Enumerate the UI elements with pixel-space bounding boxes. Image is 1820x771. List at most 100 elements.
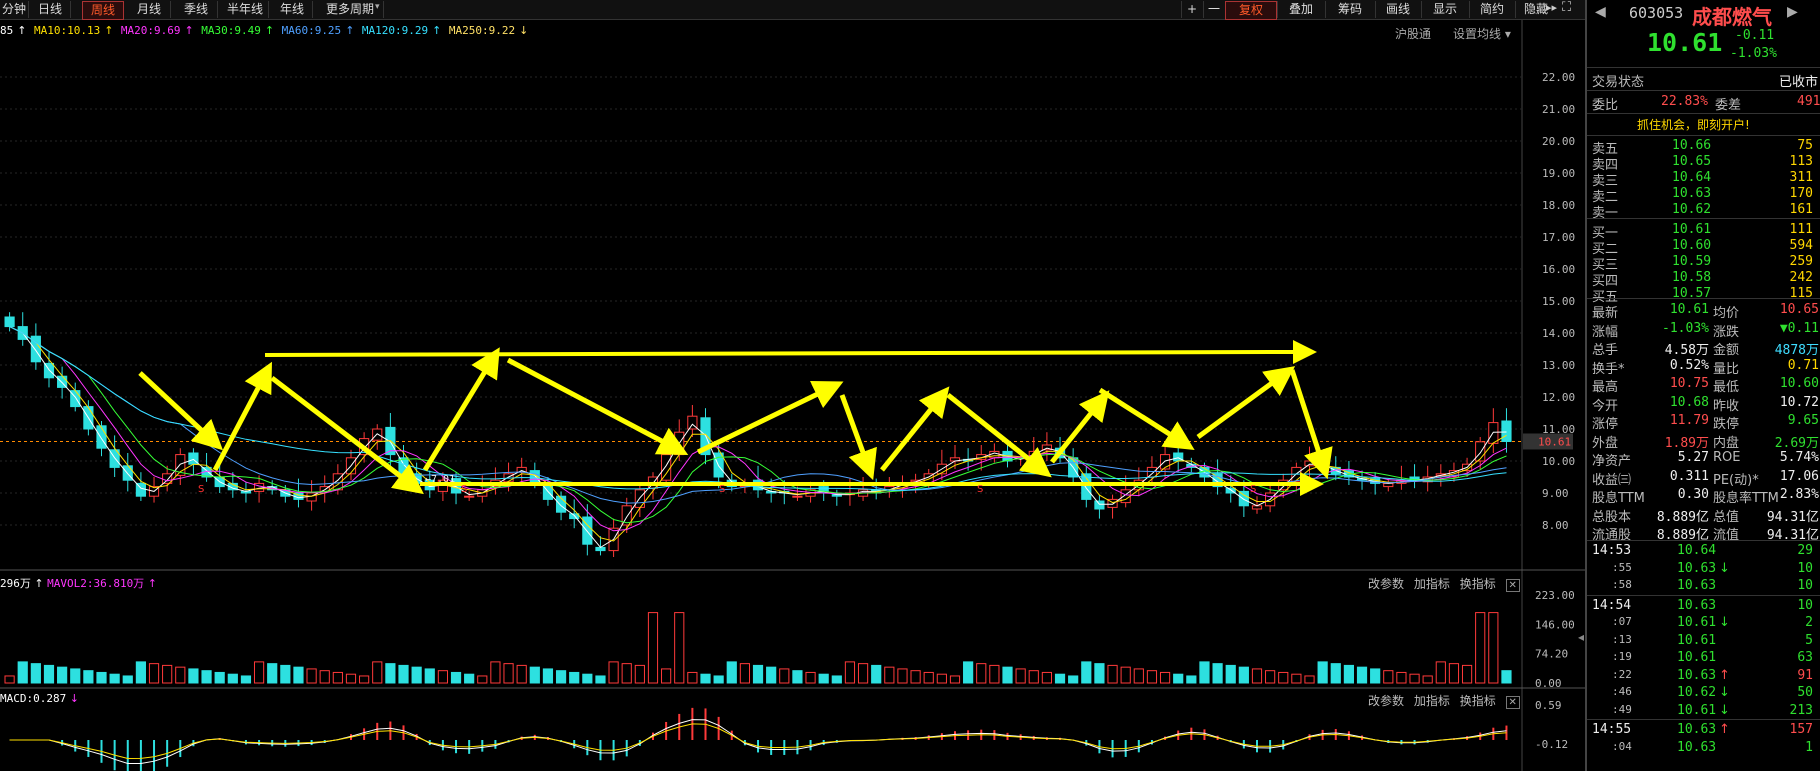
tab-minute[interactable]: 分钟 [0, 1, 29, 18]
tab-more-periods[interactable]: 更多周期 [317, 1, 384, 18]
swap-indicator-button[interactable]: 换指标 [1460, 577, 1496, 591]
chips-button[interactable]: 筹码 [1325, 1, 1374, 18]
zoom-in-button[interactable]: + [1181, 1, 1202, 18]
tick-time: :07 [1612, 615, 1632, 628]
tick-volume: 91 [1797, 667, 1813, 683]
tick-time: :19 [1612, 650, 1632, 663]
arrow-up-icon: ↑ [432, 24, 442, 37]
volume-bar [1199, 661, 1210, 684]
level-volume: 161 [1789, 202, 1813, 217]
collapse-handle[interactable]: ◂ [1578, 630, 1584, 644]
volume-bar [608, 661, 619, 684]
ma-legend-item: MA20:9.69 [120, 24, 181, 37]
tab-yearly[interactable]: 年线 [272, 1, 313, 18]
prev-stock-icon[interactable]: ◀ [1595, 4, 1606, 20]
chevron-down-icon: ▾ [375, 2, 380, 12]
add-indicator-button[interactable]: 加指标 [1414, 694, 1450, 708]
volume-bar [779, 668, 790, 684]
bid-row: 买二 10.60 594 [1587, 238, 1820, 257]
volume-bar [437, 670, 448, 684]
volume-bar [1225, 664, 1236, 684]
volume-bar [647, 612, 659, 684]
volume-bar [70, 668, 81, 684]
trend-arrow [839, 394, 877, 481]
stat-value: 4878万 [1774, 343, 1819, 358]
swap-indicator-button[interactable]: 换指标 [1460, 694, 1496, 708]
level-price: 10.61 [1672, 222, 1712, 237]
zoom-out-button[interactable]: 一 [1203, 1, 1224, 18]
stat-row: 流通股 8.889亿 流值 94.31亿 [1587, 524, 1820, 543]
macd-tick-label: -0.12 [1535, 738, 1568, 751]
simple-button[interactable]: 简约 [1469, 1, 1514, 18]
change-params-button[interactable]: 改参数 [1368, 694, 1404, 708]
stat-label: ROE [1713, 450, 1741, 465]
sell-marker: S [461, 484, 467, 495]
ask-row: 卖一 10.62 161 [1587, 202, 1820, 221]
volume-bar [1173, 673, 1184, 684]
close-icon[interactable]: ✕ [1505, 696, 1520, 709]
tab-monthly[interactable]: 月线 [128, 1, 171, 18]
overlay-button[interactable]: 叠加 [1277, 1, 1324, 18]
ma-legend-item: MA120:9.29 [361, 24, 429, 37]
adjust-button[interactable]: 复权 [1225, 1, 1277, 20]
next-stock-icon[interactable]: ▶ [1787, 4, 1798, 20]
volume-bar [1304, 675, 1315, 684]
volume-tick-label: 146.00 [1535, 618, 1575, 631]
status-value: 已收市 [1779, 75, 1819, 90]
tab-halfyear[interactable]: 半年线 [222, 1, 269, 18]
volume-bar [910, 670, 921, 684]
volume-bar [148, 663, 160, 684]
fullscreen-icon[interactable]: ⛶ [1562, 0, 1571, 15]
tick-time: :58 [1612, 578, 1632, 591]
display-button[interactable]: 显示 [1421, 1, 1468, 18]
volume-bar [214, 671, 225, 684]
tick-row: :22 10.63 ↑ 91 [1587, 668, 1820, 685]
stat-label: 外盘 [1592, 435, 1619, 451]
volume-bar [1015, 668, 1026, 684]
tab-weekly[interactable]: 周线 [82, 1, 124, 20]
kline-chart[interactable]: 22.00 21.00 20.00 19.00 18.00 17.00 16.00 15.00… [0, 0, 1585, 771]
ma-settings-label: 设置均线 [1453, 27, 1502, 41]
open-account-link[interactable]: 抓住机会，即刻开户! [1637, 116, 1750, 133]
tick-volume: 1 [1805, 739, 1813, 755]
tick-volume: 5 [1805, 632, 1813, 648]
ask-row: 卖三 10.64 311 [1587, 170, 1820, 189]
tick-row: :46 10.62 ↓ 50 [1587, 685, 1820, 702]
volume-bar [43, 664, 55, 684]
volume-bar [1435, 661, 1446, 684]
volume-bar [595, 675, 606, 684]
tick-price: 10.62 [1677, 685, 1717, 700]
volume-bar [332, 671, 343, 684]
ma-settings-link[interactable]: 设置均线 ▾ [1453, 25, 1511, 42]
stat-value: 10.65 [1779, 302, 1819, 317]
low-price-annotation: ←7.01 [425, 474, 455, 485]
arrow-up-icon: ↑ [264, 24, 275, 37]
volume-bar [1396, 671, 1407, 684]
change-params-button[interactable]: 改参数 [1368, 577, 1404, 591]
close-icon[interactable]: ✕ [1505, 579, 1520, 592]
candle-body [464, 495, 475, 498]
stat-label: 内盘 [1713, 435, 1740, 451]
tick-row: :04 10.63 1 [1587, 740, 1820, 757]
stat-row: 涨幅 -1.03% 涨跌 ▼0.11 [1587, 320, 1820, 340]
stat-row: 外盘 1.89万 内盘 2.69万 [1587, 432, 1820, 451]
stat-value: 1.89万 [1664, 435, 1709, 451]
tab-daily[interactable]: 日线 [30, 1, 71, 18]
tick-price: 10.61 [1677, 650, 1717, 665]
ma-legend-item: MA60:9.25 [281, 24, 342, 37]
volume-bar [293, 666, 304, 684]
macd-tick-label: 0.59 [1535, 699, 1562, 712]
volume-bar [1107, 664, 1118, 684]
hgt-link[interactable]: 沪股通 [1395, 25, 1431, 42]
draw-line-button[interactable]: 画线 [1375, 1, 1420, 18]
stat-value: 10.60 [1779, 376, 1819, 391]
volume-bar [1343, 664, 1354, 684]
volume-bar [1461, 664, 1473, 684]
tab-quarterly[interactable]: 季线 [175, 1, 218, 18]
stat-value: -1.03% [1662, 320, 1709, 336]
volume-bar [949, 675, 961, 684]
volume-bar [1317, 661, 1328, 684]
tick-price: 10.63 [1677, 739, 1717, 755]
add-indicator-button[interactable]: 加指标 [1414, 577, 1450, 591]
candle-body [1159, 454, 1171, 470]
